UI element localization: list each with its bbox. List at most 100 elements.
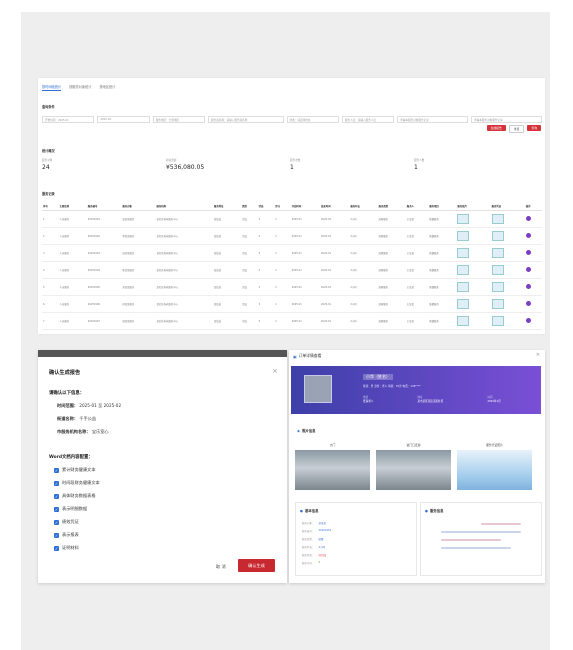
table-row[interactable]: 1 人员服务 20250101 张某某服务 某社区养老服务中心 某街道 完成 5 1 2025-0… <box>42 210 542 228</box>
confirm-generate-button[interactable]: 确认生成 <box>238 559 275 572</box>
table-cell: 助餐服务 <box>428 295 457 313</box>
stat-value: 24 <box>42 164 50 171</box>
view-icon[interactable] <box>525 216 531 221</box>
option-checkbox[interactable]: ✓ 表示报表 <box>54 532 79 538</box>
option-label: 表示报表 <box>62 532 79 537</box>
tab-bar: 按时间段统计 按服务对象统计 按地区统计 <box>42 84 115 91</box>
table-cell: 某街道 <box>212 278 242 296</box>
table-cell: 王某某 <box>405 244 429 262</box>
voucher-thumbnail[interactable] <box>491 230 504 241</box>
table-cell: 居家服务 <box>377 244 406 262</box>
cancel-button[interactable]: 取 消 <box>216 564 226 570</box>
tab-region[interactable]: 按地区统计 <box>99 84 115 91</box>
table-cell <box>524 312 542 330</box>
table-cell: 1 <box>274 261 291 279</box>
checkbox-icon[interactable]: ✓ <box>54 493 59 499</box>
filter-status[interactable]: 状态：请选择状态 <box>286 116 339 123</box>
view-icon[interactable] <box>525 267 531 272</box>
voucher-thumbnail[interactable] <box>491 213 504 224</box>
photo-card[interactable]: 进门口走廊 <box>376 443 451 490</box>
profile-col: 类别 低保老人 <box>363 395 373 403</box>
table-header-cell: 开始时间 <box>290 202 321 211</box>
table-cell: 完成 <box>241 227 258 245</box>
table-row[interactable]: 6 人员服务 20250106 孙某某服务 某社区养老服务中心 某街道 完成 5 1 2025-0… <box>42 295 542 313</box>
photo-thumbnail[interactable] <box>457 264 470 275</box>
view-icon[interactable] <box>525 233 531 238</box>
option-checkbox[interactable]: ✓ 累计财务健康文本 <box>54 467 96 473</box>
filter-checkbox-b[interactable]: 查看本服务对象服务记录 <box>471 116 542 123</box>
kv-row: 服务评分： 5 <box>302 561 320 565</box>
filter-checkbox-a[interactable]: 查看本服务对象服务记录 <box>397 116 469 123</box>
option-checkbox[interactable]: ✓ 表示明细数据 <box>54 506 87 512</box>
table-cell <box>456 244 491 262</box>
checkbox-icon[interactable]: ✓ <box>54 519 59 525</box>
voucher-thumbnail[interactable] <box>491 298 504 309</box>
voucher-thumbnail[interactable] <box>491 281 504 292</box>
table-cell: 完成 <box>241 244 258 262</box>
table-cell: 3 <box>42 244 59 262</box>
table-cell: 赵某某服务 <box>121 244 156 262</box>
photo-thumbnail[interactable] <box>457 230 470 241</box>
table-cell: 2025-01 <box>320 312 350 330</box>
filter-provider[interactable]: 服务商名称：请输入服务商名称 <box>208 116 284 123</box>
table-row[interactable]: 7 人员服务 20250107 周某某服务 某社区养老服务中心 某街道 完成 5 1 2025-0… <box>42 312 542 330</box>
table-header-row: 序号 主题名称 服务编号 服务对象 服务机构 服务地址 类型 状态 评分 开始时间 结束时间 服务时长… <box>42 202 542 211</box>
photo-image[interactable] <box>295 450 370 490</box>
modal-intro: 请确认以下信息： <box>49 391 85 396</box>
filter-start-time[interactable]: 开始时间：2025-01 <box>42 116 95 123</box>
table-row[interactable]: 5 人员服务 20250105 刘某某服务 某社区养老服务中心 某街道 完成 5 1 2025-0… <box>42 278 542 296</box>
view-icon[interactable] <box>525 250 531 255</box>
view-icon[interactable] <box>525 318 531 323</box>
option-checkbox[interactable]: ✓ 绩效凭证 <box>54 519 79 525</box>
table-cell: 2小时 <box>349 278 378 296</box>
close-icon[interactable]: × <box>536 352 540 358</box>
checkbox-icon[interactable]: ✓ <box>54 480 59 486</box>
close-icon[interactable]: × <box>272 367 278 375</box>
photo-thumbnail[interactable] <box>457 315 470 326</box>
reset-button[interactable]: 重置 <box>508 125 525 133</box>
table-header-cell: 主题名称 <box>58 202 87 211</box>
photo-image[interactable] <box>376 450 451 490</box>
table-cell: 20250103 <box>86 244 122 262</box>
voucher-thumbnail[interactable] <box>491 315 504 326</box>
tab-period[interactable]: 按时间段统计 <box>42 84 62 91</box>
option-checkbox[interactable]: ✓ 证明材料 <box>54 545 79 551</box>
option-checkbox[interactable]: ✓ 时间段财务健康文本 <box>54 480 100 486</box>
table-cell: 某街道 <box>212 210 242 228</box>
checkbox-icon[interactable]: ✓ <box>54 545 59 551</box>
tab-service-target[interactable]: 按服务对象统计 <box>69 84 91 91</box>
table-cell: 1 <box>274 210 291 228</box>
option-label: 累计财务健康文本 <box>62 467 96 472</box>
voucher-thumbnail[interactable] <box>491 264 504 275</box>
table-cell: 助餐服务 <box>428 244 457 262</box>
generate-report-button[interactable]: 生成报告 <box>486 125 506 131</box>
table-row[interactable]: 4 人员服务 20250104 陈某某服务 某社区养老服务中心 某街道 完成 5 1 2025-0… <box>42 261 542 279</box>
table-row[interactable]: 2 人员服务 20250102 李某某服务 某社区养老服务中心 某街道 完成 5 1 2025-0… <box>42 227 542 245</box>
table-cell: 人员服务 <box>58 227 87 245</box>
view-icon[interactable] <box>525 284 531 289</box>
photo-card[interactable]: 大门 <box>295 443 370 490</box>
col-value: 2025年1月 <box>487 400 501 403</box>
query-button[interactable]: 查询 <box>527 125 541 131</box>
filter-region[interactable]: 服务地区：全部地区 <box>152 116 206 123</box>
photo-thumbnail[interactable] <box>457 281 470 292</box>
filter-staff[interactable]: 服务人员：请输入服务人员 <box>341 116 395 123</box>
photo-thumbnail[interactable] <box>457 247 470 258</box>
table-cell <box>456 210 491 228</box>
checkbox-icon[interactable]: ✓ <box>54 532 59 538</box>
stat-card: 服务次数 1 <box>290 158 414 171</box>
checkbox-icon[interactable]: ✓ <box>54 467 59 473</box>
table-row[interactable]: 3 人员服务 20250103 赵某某服务 某社区养老服务中心 某街道 完成 5 1 2025-0… <box>42 244 542 262</box>
photo-thumbnail[interactable] <box>457 298 470 309</box>
photo-thumbnail[interactable] <box>457 213 470 224</box>
profile-col: 地址 某市某区某街道某社区 <box>417 395 443 403</box>
photo-image[interactable] <box>457 450 532 490</box>
table-cell: 某社区养老服务中心 <box>155 312 213 330</box>
photo-card[interactable]: 服务凭证照片 <box>457 443 532 490</box>
voucher-thumbnail[interactable] <box>491 247 504 258</box>
option-checkbox[interactable]: ✓ 具体财务数据表格 <box>54 493 96 499</box>
view-icon[interactable] <box>525 301 531 306</box>
table-cell: 20250101 <box>86 210 122 228</box>
checkbox-icon[interactable]: ✓ <box>54 506 59 512</box>
filter-end-time[interactable]: 2025-02 <box>97 116 150 123</box>
